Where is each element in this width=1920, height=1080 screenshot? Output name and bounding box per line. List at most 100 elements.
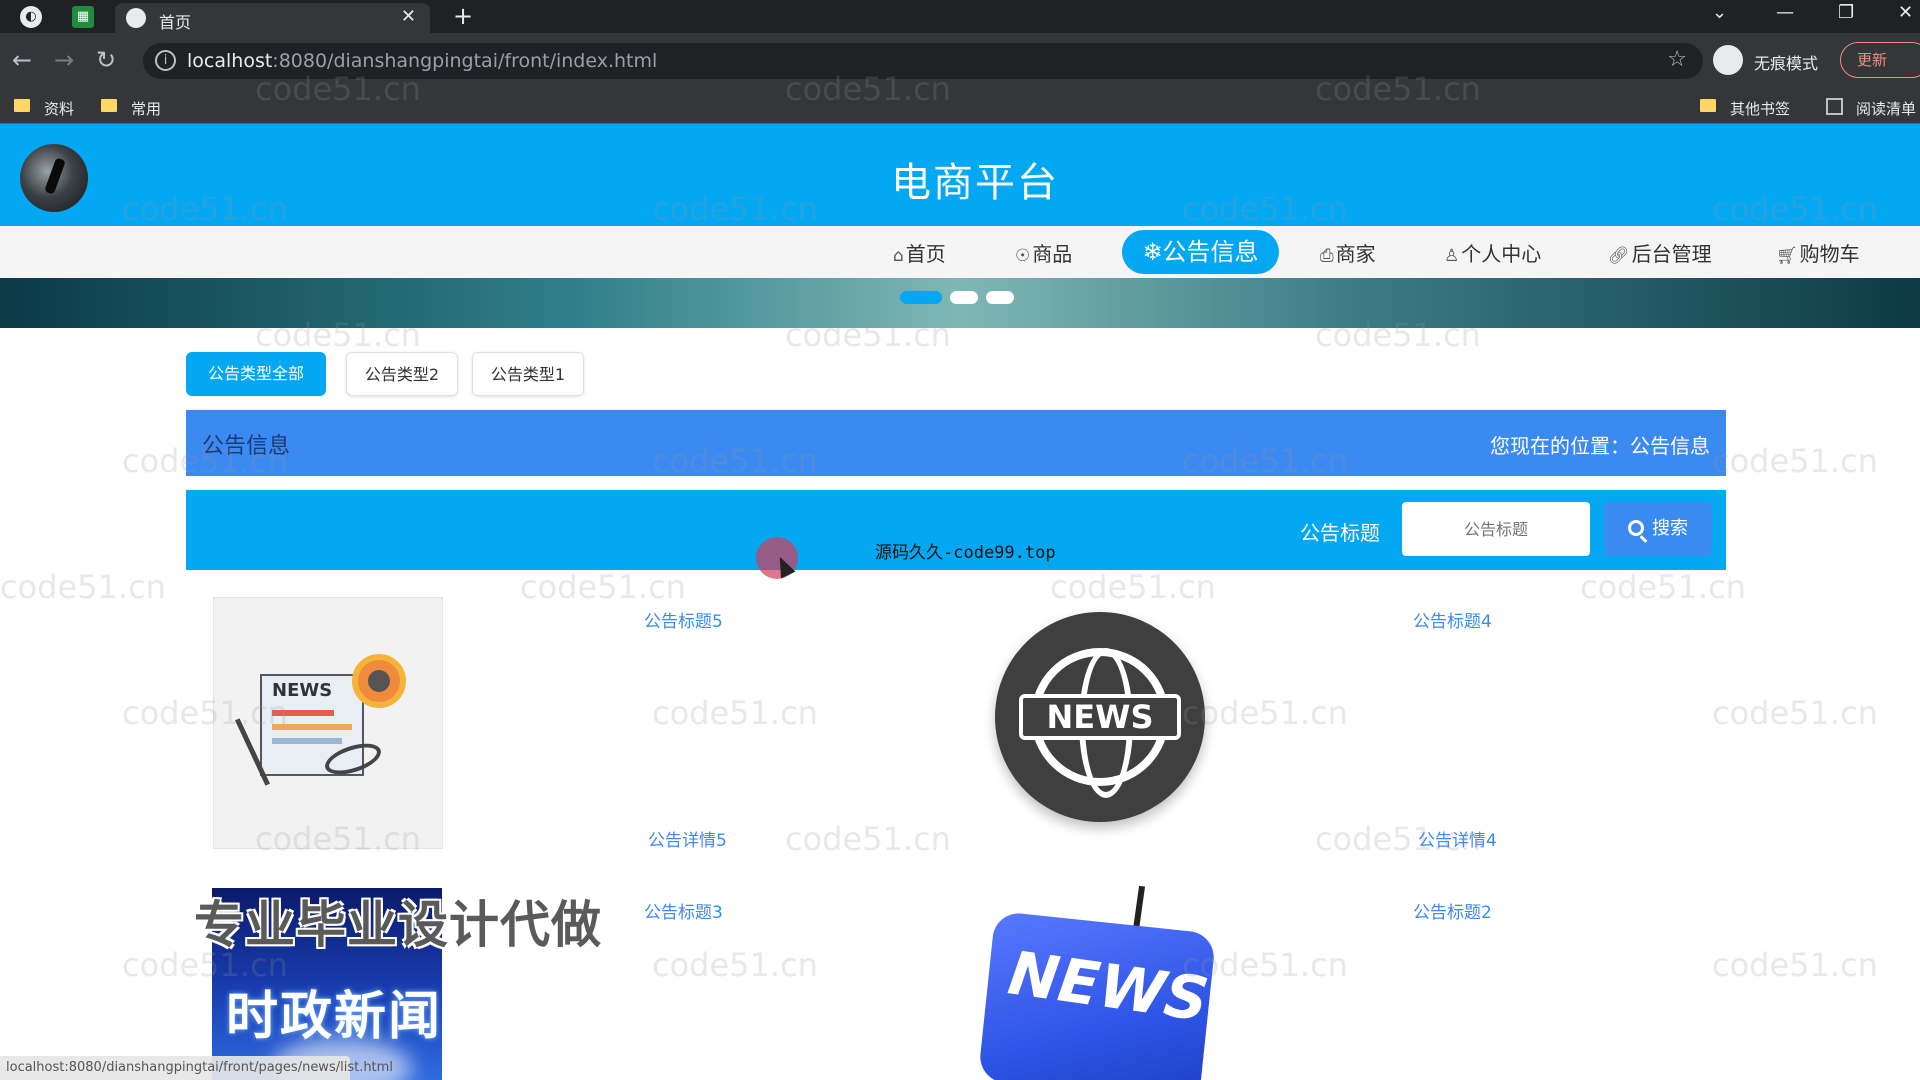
nav-home[interactable]: ⌂ 首页 xyxy=(893,238,946,267)
url-path: :8080/dianshangpingtai/front/index.html xyxy=(272,50,658,72)
announcement-title[interactable]: 公告标题2 xyxy=(1413,898,1492,923)
announcement-image-4[interactable]: NEWS xyxy=(978,886,1214,1080)
site-title: 电商平台 xyxy=(891,160,1059,206)
snowflake-icon: ❄ xyxy=(1142,238,1163,266)
filter-type-1[interactable]: 公告类型1 xyxy=(472,352,584,396)
status-bar-url: localhost:8080/dianshangpingtai/front/pa… xyxy=(0,1056,393,1080)
watermark: code51.cn xyxy=(1050,568,1216,606)
section-header: 公告信息 您现在的位置：公告信息 xyxy=(186,410,1726,476)
close-window-icon[interactable]: ✕ xyxy=(1898,2,1913,23)
bookmarks-bar: 资料 常用 其他书签 阅读清单 xyxy=(0,89,1920,124)
watermark: code51.cn xyxy=(520,568,686,606)
browser-tab-home[interactable]: 首页 ✕ xyxy=(115,3,430,33)
url-field[interactable]: i localhost:8080/dianshangpingtai/front/… xyxy=(143,43,1703,79)
info-icon[interactable]: i xyxy=(155,50,176,71)
home-icon: ⌂ xyxy=(893,246,904,266)
politics-news-text: 时政新闻 xyxy=(226,987,442,1047)
nav-cart-label: 购物车 xyxy=(1799,242,1860,266)
carousel-dot-3[interactable] xyxy=(986,291,1014,304)
browser-tab-bar: ◐ ▦ 首页 ✕ + ⌄ — ❐ ✕ xyxy=(0,0,1920,33)
carousel-dot-2[interactable] xyxy=(950,291,978,304)
text-line xyxy=(272,724,352,730)
news-word: NEWS xyxy=(272,680,333,701)
nav-user-center-label: 个人中心 xyxy=(1461,242,1542,266)
update-button[interactable]: 更新 xyxy=(1840,42,1920,78)
announcement-title[interactable]: 公告标题3 xyxy=(644,898,723,923)
url-host: localhost xyxy=(187,50,273,72)
printer-icon: ⎙ xyxy=(1320,246,1334,266)
announcement-detail[interactable]: 公告详情4 xyxy=(1418,826,1497,851)
reading-list[interactable]: 阅读清单 xyxy=(1856,98,1916,119)
filter-type-2[interactable]: 公告类型2 xyxy=(346,352,458,396)
bookmark-other[interactable]: 其他书签 xyxy=(1730,98,1790,119)
announcement-title[interactable]: 公告标题5 xyxy=(644,607,723,632)
nav-merchants-label: 商家 xyxy=(1335,242,1376,266)
cable-shape xyxy=(1132,886,1146,931)
nav-merchants[interactable]: ⎙ 商家 xyxy=(1320,238,1376,267)
breadcrumb: 您现在的位置：公告信息 xyxy=(1490,434,1710,458)
nav-announcements[interactable]: ❄公告信息 xyxy=(1122,230,1279,274)
cart-icon: 🛒︎ xyxy=(1776,246,1798,266)
browser-menu-icon[interactable]: ◐ xyxy=(20,6,42,28)
carousel-banner[interactable] xyxy=(0,278,1920,328)
promo-overlay-text: 专业毕业设计代做 xyxy=(194,896,602,954)
section-title: 公告信息 xyxy=(202,434,291,459)
search-input[interactable] xyxy=(1402,502,1590,556)
announcement-image-2[interactable]: NEWS xyxy=(995,612,1205,822)
watermark: code51.cn xyxy=(785,820,951,858)
search-label: 公告标题 xyxy=(1300,521,1380,545)
microphone-icon xyxy=(352,654,406,708)
search-icon xyxy=(1628,520,1644,536)
incognito-icon[interactable] xyxy=(1713,45,1743,75)
nav-home-label: 首页 xyxy=(905,242,946,266)
url-text[interactable]: localhost:8080/dianshangpingtai/front/in… xyxy=(187,50,657,72)
link-icon: 🔗︎ xyxy=(1608,246,1630,266)
tab-search-icon[interactable]: ⌄ xyxy=(1712,2,1727,23)
watermark: code51.cn xyxy=(0,568,166,606)
product-icon: ☉ xyxy=(1015,246,1031,266)
main-nav: ⌂ 首页 ☉ 商品 ❄公告信息 ⎙ 商家 ♙ 个人中心 🔗︎ 后台管理 🛒︎ 购物车 xyxy=(0,226,1920,278)
search-button-label: 搜索 xyxy=(1652,518,1688,539)
address-bar: ← → ↻ i localhost:8080/dianshangpingtai/… xyxy=(0,33,1920,89)
nav-admin-label: 后台管理 xyxy=(1631,242,1712,266)
carousel-dot-1[interactable] xyxy=(900,291,942,304)
news-word: NEWS xyxy=(1019,694,1181,740)
reading-list-icon xyxy=(1826,98,1843,115)
watermark: code51.cn xyxy=(1712,946,1878,984)
sheets-app-icon[interactable]: ▦ xyxy=(72,6,94,28)
bookmark-star-icon[interactable]: ☆ xyxy=(1667,47,1687,72)
nav-products[interactable]: ☉ 商品 xyxy=(1015,238,1072,267)
back-icon[interactable]: ← xyxy=(12,46,32,74)
nav-announcements-label: 公告信息 xyxy=(1162,238,1259,266)
announcement-title[interactable]: 公告标题4 xyxy=(1413,607,1492,632)
nav-cart[interactable]: 🛒︎ 购物车 xyxy=(1776,238,1860,267)
watermark: code51.cn xyxy=(652,694,818,732)
nav-admin[interactable]: 🔗︎ 后台管理 xyxy=(1608,238,1712,267)
globe-icon xyxy=(126,8,146,28)
folder-icon xyxy=(14,99,30,112)
folder-icon xyxy=(1700,99,1716,112)
announcement-detail[interactable]: 公告详情5 xyxy=(648,826,727,851)
text-line xyxy=(272,738,342,744)
announcement-image-1[interactable]: NEWS xyxy=(213,597,443,849)
nav-user-center[interactable]: ♙ 个人中心 xyxy=(1444,238,1541,267)
incognito-label: 无痕模式 xyxy=(1754,54,1819,73)
tab-title: 首页 xyxy=(159,13,192,32)
reload-icon[interactable]: ↻ xyxy=(96,46,116,74)
site-header: 电商平台 xyxy=(0,124,1920,226)
watermark: code51.cn xyxy=(1712,694,1878,732)
search-button[interactable]: 搜索 xyxy=(1604,502,1712,556)
watermark: code51.cn xyxy=(1580,568,1746,606)
filter-all-types[interactable]: 公告类型全部 xyxy=(186,352,326,396)
minimize-icon[interactable]: — xyxy=(1776,2,1794,23)
bookmark-folder-common[interactable]: 常用 xyxy=(131,98,161,119)
watermark: code51.cn xyxy=(1182,694,1348,732)
tab-close-icon[interactable]: ✕ xyxy=(401,6,416,27)
restore-icon[interactable]: ❐ xyxy=(1838,2,1854,23)
watermark: code51.cn xyxy=(652,946,818,984)
bookmark-folder-resources[interactable]: 资料 xyxy=(44,98,74,119)
nav-products-label: 商品 xyxy=(1032,242,1073,266)
watermark: code51.cn xyxy=(1712,442,1878,480)
new-tab-button[interactable]: + xyxy=(453,2,473,30)
forward-icon[interactable]: → xyxy=(54,46,74,74)
